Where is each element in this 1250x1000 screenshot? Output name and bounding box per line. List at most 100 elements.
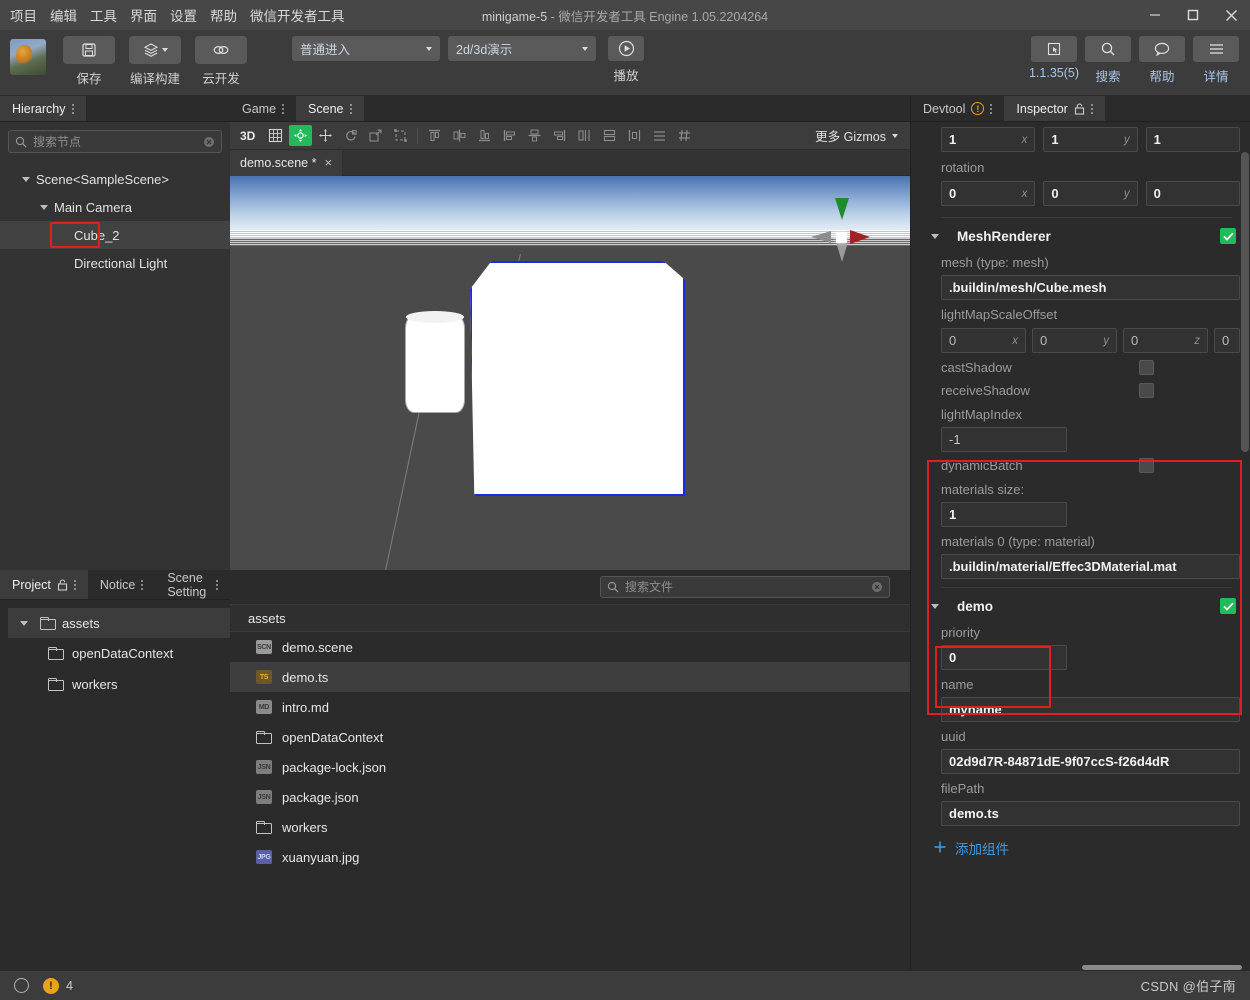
gizmos-dropdown[interactable]: 更多 Gizmos — [815, 126, 904, 145]
materials0-field[interactable]: .buildin/material/Effec3DMaterial.mat — [941, 554, 1240, 579]
kebab-menu-icon[interactable] — [71, 103, 74, 114]
lightmapindex-field[interactable]: -1 — [941, 427, 1067, 452]
kebab-menu-icon[interactable] — [990, 103, 993, 114]
tab-inspector[interactable]: Inspector — [1004, 96, 1105, 121]
file-search-input[interactable] — [625, 580, 865, 594]
chevron-down-icon[interactable] — [931, 233, 939, 239]
align-left-icon[interactable] — [498, 125, 521, 146]
play-button[interactable]: 播放 — [604, 36, 648, 84]
menu-item-help[interactable]: 帮助 — [210, 5, 237, 25]
file-row-intro-md[interactable]: MD intro.md — [230, 692, 910, 722]
scale-y-field[interactable]: 1 y — [1043, 127, 1138, 152]
kebab-menu-icon[interactable] — [73, 579, 76, 590]
help-button[interactable]: 帮助 — [1138, 36, 1186, 85]
menu-item-ui[interactable]: 界面 — [130, 5, 157, 25]
close-icon[interactable]: × — [324, 155, 332, 170]
search-button[interactable]: 搜索 — [1084, 36, 1132, 85]
tab-notice[interactable]: Notice — [87, 570, 156, 599]
distribute-h-icon[interactable] — [573, 125, 596, 146]
menu-item-tools[interactable]: 工具 — [90, 5, 117, 25]
align-vcenter-icon[interactable] — [448, 125, 471, 146]
kebab-menu-icon[interactable] — [1090, 103, 1093, 114]
scene-viewport[interactable] — [230, 176, 910, 570]
align-top-icon[interactable] — [423, 125, 446, 146]
file-row-package-json[interactable]: JSN package.json — [230, 782, 910, 812]
chevron-down-icon[interactable] — [931, 603, 939, 609]
cloud-dev-button[interactable]: 云开发 — [192, 36, 250, 87]
tab-scene[interactable]: Scene — [296, 96, 364, 121]
hierarchy-search-input[interactable] — [33, 134, 197, 149]
menu-item-edit[interactable]: 编辑 — [50, 5, 77, 25]
spacing-v-icon[interactable] — [648, 125, 671, 146]
name-field[interactable]: myname — [941, 697, 1240, 722]
menu-item-project[interactable]: 项目 — [10, 5, 37, 25]
file-row-demo-ts[interactable]: TS demo.ts — [230, 662, 910, 692]
tab-hierarchy[interactable]: Hierarchy — [0, 96, 86, 121]
tree-node-directional-light[interactable]: Directional Light — [0, 249, 230, 277]
lightmap-y-field[interactable]: 0 y — [1032, 328, 1117, 353]
lightmap-z-field[interactable]: 0 z — [1123, 328, 1208, 353]
rotation-y-field[interactable]: 0 y — [1043, 181, 1138, 206]
distribute-v-icon[interactable] — [598, 125, 621, 146]
rotate-tool-icon[interactable] — [339, 125, 362, 146]
save-button[interactable]: 保存 — [60, 36, 118, 87]
lightmap-w-field[interactable]: 0 — [1214, 328, 1240, 353]
inspector-scrollbar[interactable] — [1241, 152, 1249, 452]
chevron-down-icon[interactable] — [22, 176, 30, 182]
lock-icon[interactable] — [57, 578, 68, 591]
scale-x-field[interactable]: 1 x — [941, 127, 1036, 152]
clear-icon[interactable] — [203, 136, 215, 148]
chevron-down-icon[interactable] — [40, 204, 48, 210]
details-button[interactable]: 详情 — [1192, 36, 1240, 85]
kebab-menu-icon[interactable] — [349, 103, 352, 114]
grid-snap-icon[interactable] — [673, 125, 696, 146]
grid-icon[interactable] — [264, 125, 287, 146]
tree-node-scene[interactable]: Scene<SampleScene> — [0, 165, 230, 193]
file-row-opendatacontext[interactable]: openDataContext — [230, 722, 910, 752]
file-row-demo-scene[interactable]: SCN demo.scene — [230, 632, 910, 662]
demo-component-enabled-checkbox[interactable] — [1220, 598, 1236, 614]
maximize-button[interactable] — [1174, 0, 1212, 30]
tab-scene-setting[interactable]: Scene Setting — [155, 570, 230, 599]
scale-tool-icon[interactable] — [364, 125, 387, 146]
castshadow-checkbox[interactable] — [1139, 360, 1154, 375]
cube-mesh-selected[interactable] — [470, 261, 685, 496]
dynamicbatch-checkbox[interactable] — [1139, 458, 1154, 473]
meshrenderer-enabled-checkbox[interactable] — [1220, 228, 1236, 244]
tab-devtool[interactable]: Devtool ! — [911, 96, 1005, 121]
rect-tool-icon[interactable] — [389, 125, 412, 146]
scene-file-tab-demo[interactable]: demo.scene * × — [230, 149, 343, 176]
rotation-z-field[interactable]: 0 — [1145, 181, 1240, 206]
align-hcenter-icon[interactable] — [523, 125, 546, 146]
scene-mode-3d-toggle[interactable]: 3D — [236, 129, 262, 143]
kebab-menu-icon[interactable] — [141, 579, 144, 590]
menu-item-wechat-devtools[interactable]: 微信开发者工具 — [250, 5, 345, 25]
tree-node-cube-2[interactable]: Cube_2 — [0, 221, 230, 249]
cylinder-mesh[interactable] — [406, 311, 464, 412]
clear-icon[interactable] — [871, 581, 883, 593]
add-component-button[interactable]: 添加组件 — [911, 828, 1250, 858]
chevron-down-icon[interactable] — [20, 620, 28, 626]
axis-gizmo[interactable] — [810, 194, 872, 276]
rotation-x-field[interactable]: 0 x — [941, 181, 1036, 206]
preview-mode-select[interactable]: 2d/3d演示 — [448, 36, 596, 61]
close-button[interactable] — [1212, 0, 1250, 30]
move-tool-icon[interactable] — [289, 125, 313, 146]
lightmap-x-field[interactable]: 0 x — [941, 328, 1026, 353]
file-row-workers[interactable]: workers — [230, 812, 910, 842]
tab-project[interactable]: Project — [0, 570, 88, 599]
uuid-field[interactable]: 02d9d7R-84871dE-9f07ccS-f26d4dR — [941, 749, 1240, 774]
materials-size-field[interactable]: 1 — [941, 502, 1067, 527]
demo-component-header[interactable]: demo — [911, 592, 1250, 620]
spacing-h-icon[interactable] — [623, 125, 646, 146]
filepath-field[interactable]: demo.ts — [941, 801, 1240, 826]
file-row-package-lock-json[interactable]: JSN package-lock.json — [230, 752, 910, 782]
file-row-xuanyuan-jpg[interactable]: JPG xuanyuan.jpg — [230, 842, 910, 872]
status-circle-icon[interactable] — [14, 978, 29, 993]
kebab-menu-icon[interactable] — [282, 103, 285, 114]
mesh-value-field[interactable]: .buildin/mesh/Cube.mesh — [941, 275, 1240, 300]
menu-item-settings[interactable]: 设置 — [170, 5, 197, 25]
hierarchy-search-box[interactable] — [8, 130, 222, 153]
align-right-icon[interactable] — [548, 125, 571, 146]
status-warning-group[interactable]: ! 4 — [43, 977, 73, 994]
